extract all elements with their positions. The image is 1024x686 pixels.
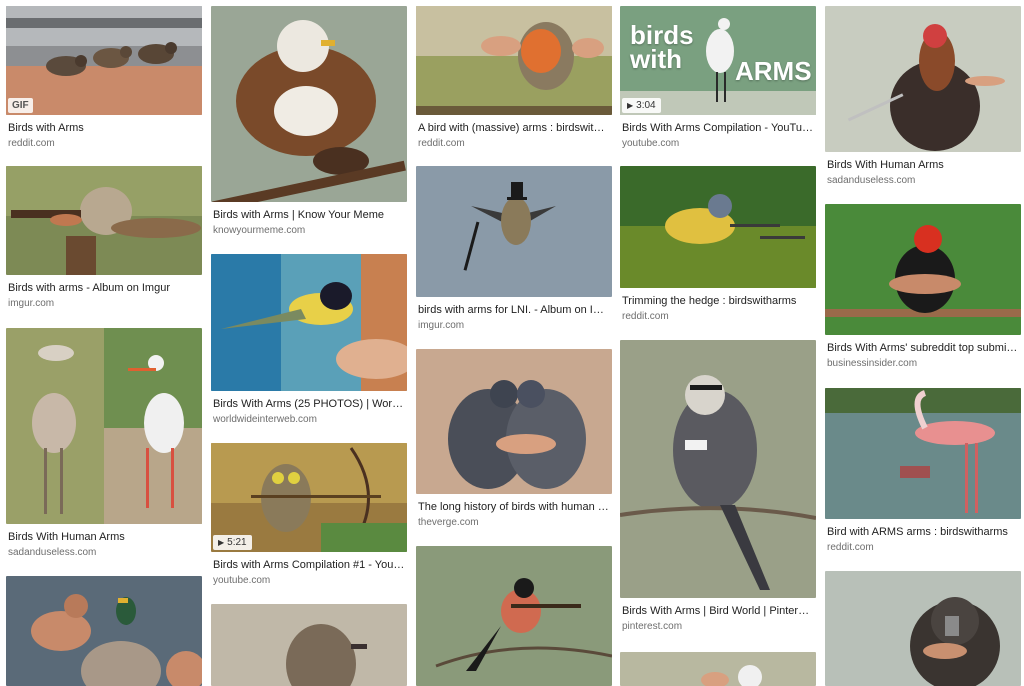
result-domain: imgur.com [418,320,465,331]
result-title[interactable]: Birds with Arms [8,121,200,135]
result-card[interactable]: Birds With Human Arms sadanduseless.com [6,328,202,559]
kiwi-with-phone-image [825,571,1021,686]
thrush-with-gun-image [6,166,202,275]
result-domain: knowyourmeme.com [213,225,306,236]
result-domain: pinterest.com [622,621,683,632]
result-thumbnail[interactable] [825,6,1021,152]
result-card[interactable]: Birds With Arms' subreddit top submis...… [825,204,1021,370]
result-title[interactable]: Birds with Arms | Know Your Meme [213,208,405,222]
play-icon: ▶ [218,538,225,547]
tit-on-hand-image [211,254,407,391]
rooster-with-sword-image [825,6,1021,152]
result-title[interactable]: Trimming the hedge : birdswitharms [622,294,814,308]
result-thumbnail[interactable] [416,546,612,686]
result-title[interactable]: The long history of birds with human ar.… [418,500,610,514]
result-title[interactable]: Birds With Arms (25 PHOTOS) | World... [213,397,405,411]
result-card[interactable]: Birds with arms - Album on Imgur imgur.c… [6,166,202,310]
result-card[interactable]: Birds With Arms | Bird World | Pinteres.… [620,340,816,633]
result-card[interactable] [416,546,612,686]
result-card[interactable]: Birds With Human Arms sadanduseless.com [825,6,1021,187]
result-thumbnail[interactable] [620,652,816,686]
result-card[interactable]: The long history of birds with human ar.… [416,349,612,529]
result-card[interactable]: birds with arms for LNI. - Album on Imgu… [416,166,612,332]
result-title[interactable]: A bird with (massive) arms : birdswitha.… [418,121,610,135]
result-domain: youtube.com [622,138,680,149]
result-thumbnail[interactable]: birds with ARMS ▶ 3:04 [620,6,816,115]
result-thumbnail[interactable] [620,340,816,598]
gif-badge: GIF [8,98,33,113]
result-domain: worldwideinterweb.com [213,414,317,425]
result-card[interactable]: Birds With Arms (25 PHOTOS) | World... w… [211,254,407,426]
overlay-word-with: with [630,44,682,74]
overlay-word-arms: ARMS [735,56,812,86]
result-domain: businessinsider.com [827,358,918,369]
result-card[interactable]: Birds with Arms | Know Your Meme knowyou… [211,6,407,237]
result-thumbnail[interactable]: GIF [6,6,202,115]
result-title[interactable]: Bird with ARMS arms : birdswitharms [827,525,1019,539]
tanager-arms-crossed-image [825,204,1021,335]
bird-head-image [211,604,407,686]
result-thumbnail[interactable] [211,6,407,202]
mallard-flexing-image [6,576,202,686]
result-title[interactable]: Birds with arms - Album on Imgur [8,281,200,295]
result-thumbnail[interactable] [416,6,612,115]
result-card[interactable] [6,576,202,686]
sparrow-with-teacup-image [620,340,816,598]
result-domain: sadanduseless.com [827,175,916,186]
result-thumbnail[interactable] [6,576,202,686]
result-thumbnail[interactable] [416,166,612,297]
pigeons-hugging-image [416,349,612,494]
result-title[interactable]: Birds With Arms' subreddit top submis... [827,341,1019,355]
result-thumbnail[interactable]: ▶ 5:21 [211,443,407,552]
stork-with-hat-image [6,328,202,524]
result-card[interactable]: Trimming the hedge : birdswitharms reddi… [620,166,816,323]
result-card[interactable]: Bird with ARMS arms : birdswitharms redd… [825,388,1021,554]
result-domain: sadanduseless.com [8,547,97,558]
bird-partial-image [620,652,816,686]
result-domain: reddit.com [418,138,465,149]
result-card[interactable]: birds with ARMS ▶ 3:04 Birds With Arms Co… [620,6,816,150]
bullfinch-with-gun-image [416,546,612,686]
result-card[interactable]: ▶ 5:21 Birds with Arms Compilation #1 - Y… [211,443,407,587]
result-domain: reddit.com [8,138,55,149]
result-card[interactable] [620,652,816,686]
result-card[interactable] [211,604,407,686]
bird-trimming-hedge-image [620,166,816,288]
result-thumbnail[interactable] [825,388,1021,519]
result-title[interactable]: Birds With Arms | Bird World | Pinteres.… [622,604,814,618]
result-title[interactable]: birds with arms for LNI. - Album on Imgu… [418,303,610,317]
sparrows-image [6,6,202,115]
result-card[interactable]: GIF Birds with Arms reddit.com [6,6,202,150]
result-thumbnail[interactable] [416,349,612,494]
result-card[interactable]: A bird with (massive) arms : birdswitha.… [416,6,612,150]
result-domain: theverge.com [418,517,479,528]
result-thumbnail[interactable] [825,571,1021,686]
result-title[interactable]: Birds With Human Arms [827,158,1019,172]
kite-with-arms-image [211,6,407,202]
result-thumbnail[interactable] [6,328,202,524]
flamingo-with-arms-image [825,388,1021,519]
result-domain: reddit.com [622,311,669,322]
result-thumbnail[interactable] [211,604,407,686]
result-card[interactable] [825,571,1021,686]
video-duration: ▶ 3:04 [622,98,661,113]
result-title[interactable]: Birds With Human Arms [8,530,200,544]
result-domain: youtube.com [213,575,271,586]
play-icon: ▶ [627,101,634,110]
video-duration: ▶ 5:21 [213,535,252,550]
result-domain: reddit.com [827,542,874,553]
result-thumbnail[interactable] [6,166,202,275]
result-thumbnail[interactable] [620,166,816,288]
result-title[interactable]: Birds With Arms Compilation - YouTube [622,121,814,135]
bird-with-top-hat-image [416,166,612,297]
robin-flexing-image [416,6,612,115]
result-thumbnail[interactable] [825,204,1021,335]
result-domain: imgur.com [8,298,55,309]
result-title[interactable]: Birds with Arms Compilation #1 - YouT... [213,558,405,572]
result-thumbnail[interactable] [211,254,407,391]
